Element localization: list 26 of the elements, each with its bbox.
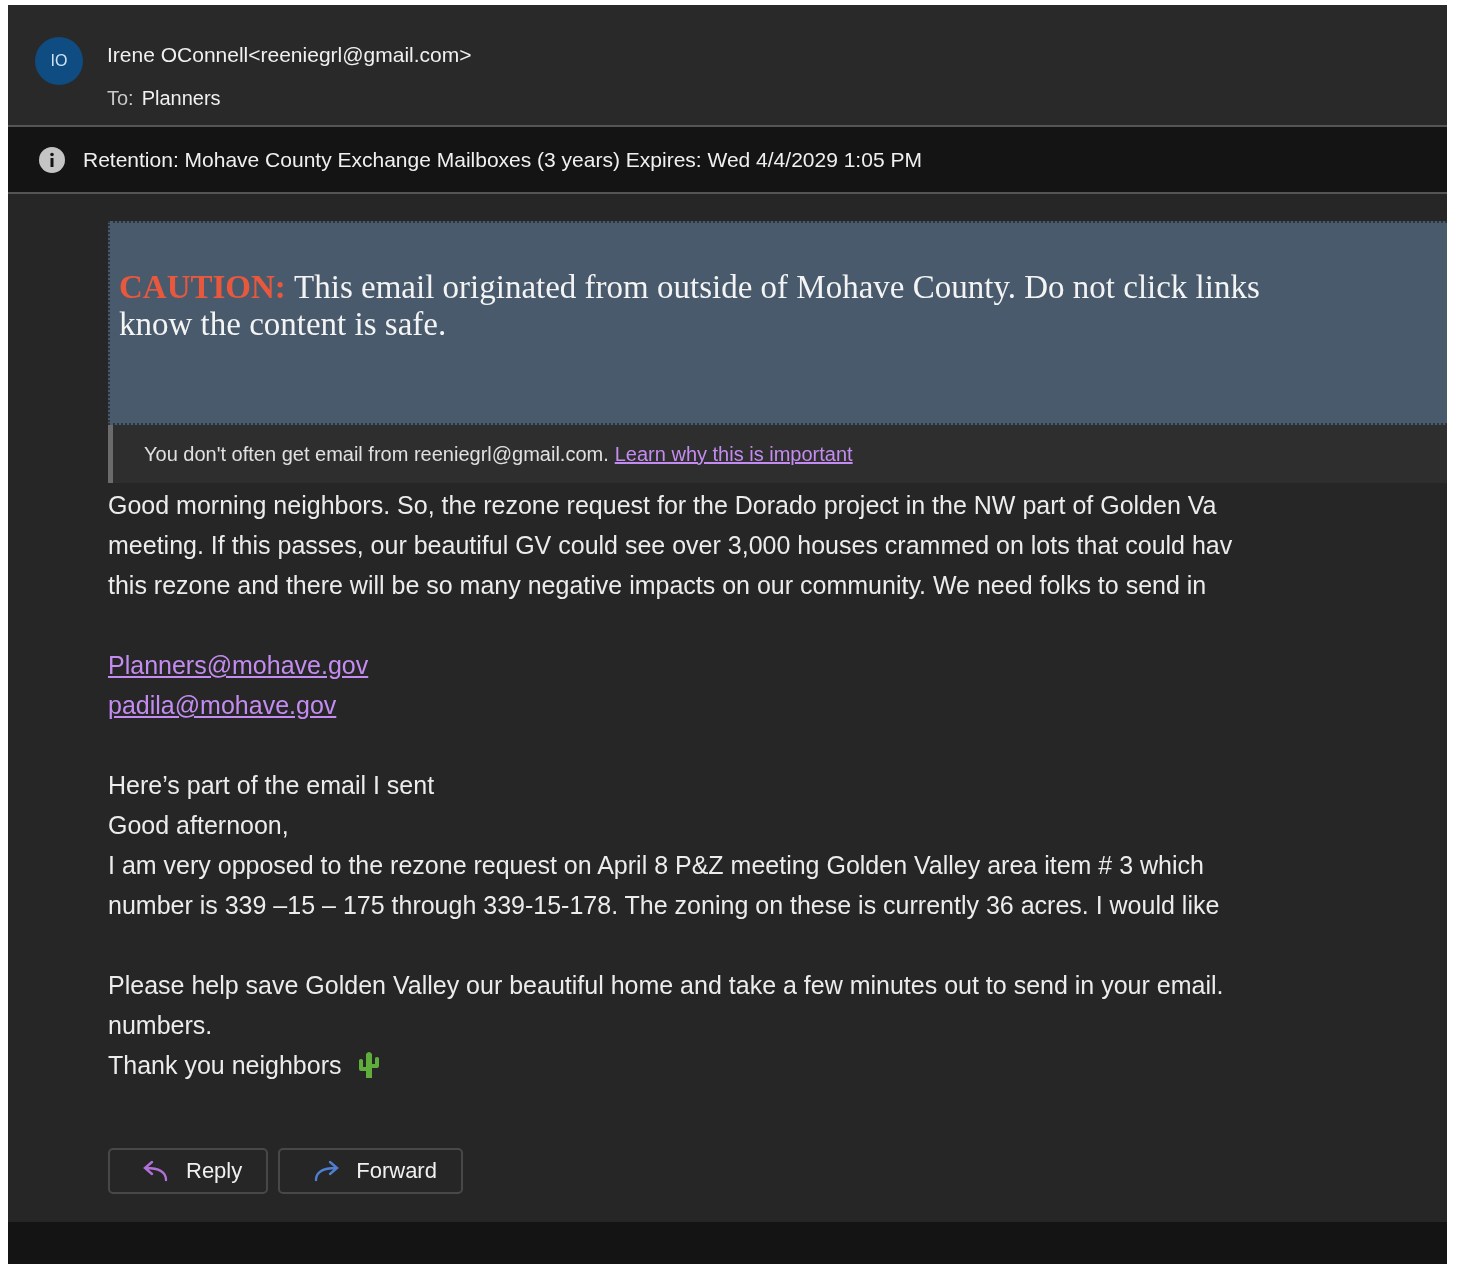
body-text: meeting. If this passes, our beautiful GV could see over 3,000 houses crammed on lots that could hav	[108, 530, 1233, 561]
body-text: Good afternoon,	[108, 810, 289, 841]
body-text: Please help save Golden Valley our beautiful home and take a few minutes out to send in your email.	[108, 970, 1224, 1001]
body-text: numbers.	[108, 1010, 213, 1041]
recipient-name: Planners	[141, 87, 221, 110]
caution-text: know the content is safe.	[119, 306, 448, 343]
body-text: Here’s part of the email I sent	[108, 770, 435, 801]
sender-avatar: IO	[35, 37, 83, 85]
reply-arrow-icon	[142, 1160, 170, 1182]
sender-name: Irene OConnell<reeniegrl@gmail.com>	[107, 43, 472, 67]
body-text: this rezone and there will be so many negative impacts on our community. We need folks to send in	[108, 570, 1207, 601]
body-text: Thank you neighbors	[108, 1050, 342, 1081]
body-text: I am very opposed to the rezone request on April 8 P&Z meeting Golden Valley area item # 3 which	[108, 850, 1204, 881]
body-text: number is 339 –15 – 175 through 339-15-178. The zoning on these is currently 36 acres. I would like	[108, 890, 1220, 921]
retention-text: Retention: Mohave County Exchange Mailboxes (3 years) Expires: Wed 4/4/2029 1:05 PM	[83, 147, 922, 172]
body-text: Good morning neighbors. So, the rezone request for the Dorado project in the NW part of Golden Va	[108, 490, 1217, 521]
notice-text: You don't often get email from reeniegrl@gmail.com.	[144, 442, 609, 466]
email-link[interactable]: padila@mohave.gov	[108, 685, 337, 725]
forward-arrow-icon	[312, 1160, 341, 1182]
reply-button[interactable]: Reply	[108, 1148, 269, 1194]
email-link[interactable]: Planners@mohave.gov	[108, 645, 369, 685]
learn-why-link[interactable]: Learn why this is important	[614, 442, 853, 466]
caution-text: CAUTION: This email originated from outside of Mohave County. Do not click links	[119, 269, 1261, 306]
forward-button[interactable]: Forward	[278, 1148, 463, 1194]
info-icon	[39, 146, 65, 173]
to-label: To:	[107, 87, 134, 110]
